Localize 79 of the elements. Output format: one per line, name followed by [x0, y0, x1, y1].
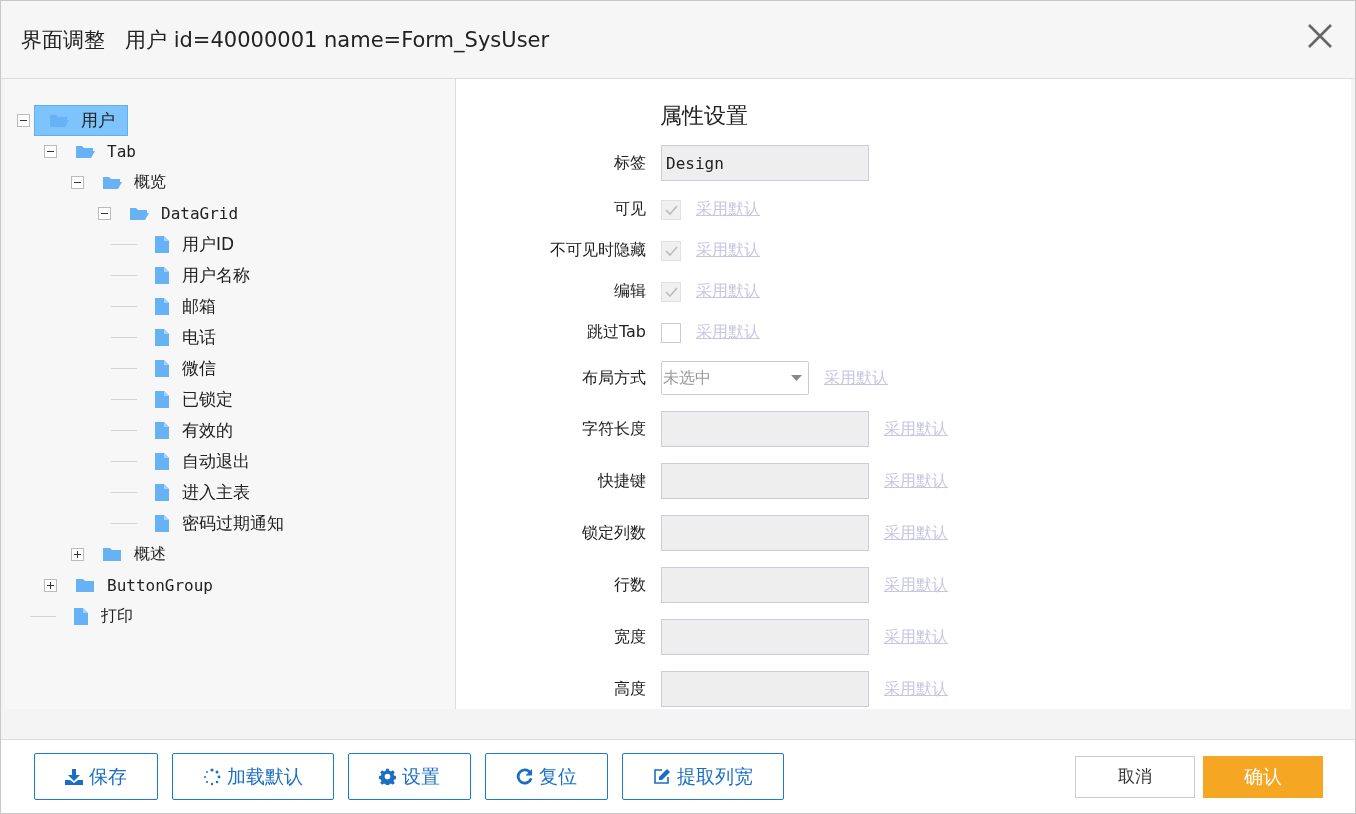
toolbar-button[interactable]: 设置 — [348, 753, 471, 800]
tree-node[interactable]: 电话 — [140, 323, 228, 352]
cancel-button[interactable]: 取消 — [1075, 755, 1195, 798]
field-label: 可见 — [613, 199, 646, 220]
toolbar-button[interactable]: 复位 — [485, 753, 608, 800]
field-label: 宽度 — [613, 626, 646, 648]
file-icon — [154, 483, 170, 502]
tree-node[interactable]: 自动退出 — [140, 447, 262, 476]
folder-icon — [75, 578, 95, 593]
field-label: 字符长度 — [581, 418, 646, 440]
tree-node[interactable]: 邮箱 — [140, 292, 228, 321]
file-icon — [154, 390, 170, 409]
tree-node[interactable]: 用户 — [34, 105, 128, 136]
field-label: 跳过Tab — [585, 322, 646, 343]
tree-toggle[interactable] — [44, 145, 57, 158]
file-icon — [154, 421, 170, 440]
spinner-icon — [203, 767, 221, 786]
tree-node[interactable]: 已锁定 — [140, 385, 245, 414]
folder-icon — [129, 206, 149, 221]
tree-node[interactable]: 打印 — [59, 603, 145, 630]
file-icon — [154, 235, 170, 254]
tree-node[interactable]: DataGrid — [115, 201, 251, 226]
refresh-icon — [516, 768, 533, 785]
caret-icon — [791, 375, 802, 381]
edit-icon — [653, 768, 671, 785]
field-label: 锁定列数 — [581, 522, 646, 544]
text-field[interactable] — [661, 619, 869, 655]
tree-toggle[interactable] — [71, 176, 84, 189]
text-field[interactable] — [661, 411, 869, 447]
field-label: 高度 — [613, 678, 646, 700]
text-field[interactable] — [661, 463, 869, 499]
tree-node[interactable]: 进入主表 — [140, 478, 262, 507]
tree-toggle[interactable] — [71, 548, 84, 561]
folder-icon — [102, 175, 122, 190]
tree-node[interactable]: 微信 — [140, 354, 228, 383]
checkmark-icon — [664, 203, 678, 216]
text-field[interactable] — [661, 515, 869, 551]
file-icon — [154, 514, 170, 533]
file-icon — [154, 328, 170, 347]
toolbar-button[interactable]: 保存 — [34, 753, 158, 800]
tree-node[interactable]: 概述 — [88, 541, 178, 568]
folder-icon — [102, 547, 122, 562]
close-icon[interactable] — [1307, 22, 1333, 49]
field-label: 快捷键 — [596, 470, 646, 492]
tree-toggle[interactable] — [17, 114, 30, 127]
settings-icon — [379, 768, 396, 785]
field-label: 布局方式 — [581, 367, 646, 389]
file-icon — [154, 359, 170, 378]
checkmark-icon — [664, 285, 678, 298]
tree-node[interactable]: 用户ID — [140, 230, 247, 259]
toolbar-button[interactable]: 提取列宽 — [622, 753, 784, 800]
tree-node[interactable]: 概览 — [88, 169, 178, 196]
text-field[interactable]: Design — [661, 145, 869, 181]
plus-icon — [73, 550, 82, 559]
field-label: 标签 — [613, 152, 646, 174]
plus-icon — [46, 581, 55, 590]
file-icon — [154, 297, 170, 316]
checkmark-icon — [664, 244, 678, 257]
text-field[interactable] — [661, 567, 869, 603]
field-label: 编辑 — [613, 281, 646, 302]
tree-toggle[interactable] — [44, 579, 57, 592]
file-icon — [154, 452, 170, 471]
tree-node[interactable]: 密码过期通知 — [140, 509, 296, 538]
window-title: 界面调整 用户 id=40000001 name=Form_SysUser — [21, 26, 550, 54]
folder-icon — [75, 144, 95, 159]
checkbox[interactable] — [661, 322, 681, 343]
tree-toggle[interactable] — [98, 207, 111, 220]
tree-node[interactable]: Tab — [61, 139, 148, 164]
tree-node[interactable]: ButtonGroup — [61, 573, 225, 598]
field-label: 不可见时隐藏 — [549, 240, 646, 261]
tree-node[interactable]: 有效的 — [140, 416, 245, 445]
text-field[interactable] — [661, 671, 869, 707]
tree-node[interactable]: 用户名称 — [140, 261, 262, 290]
file-icon — [73, 607, 89, 626]
section-title: 属性设置 — [660, 102, 749, 130]
download-icon — [65, 768, 83, 785]
field-label: 行数 — [613, 574, 646, 596]
file-icon — [154, 266, 170, 285]
toolbar-button[interactable]: 加载默认 — [172, 753, 334, 800]
